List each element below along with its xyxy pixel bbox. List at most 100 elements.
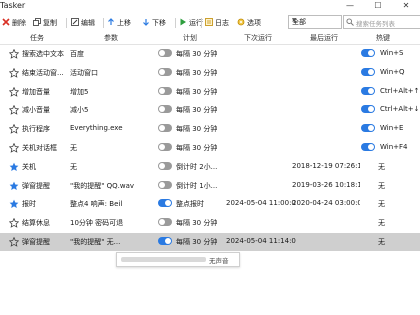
table-row[interactable]: 结束活动窗... 活动窗口 每隔 30 分钟 Win+Q: [0, 64, 420, 82]
task-param: "我的提醒" QQ.wav: [70, 181, 135, 190]
move-up-label: 上移: [117, 19, 131, 27]
table-row[interactable]: 增加音量 增加5 每隔 30 分钟 Ctrl+Alt+↑: [0, 83, 420, 101]
star-outline-icon[interactable]: [9, 67, 19, 78]
task-name: 执行程序: [22, 125, 50, 134]
table-row[interactable]: 弹窗提醒 "我的提醒" QQ.wav 倒计时 1小... 2019-03-26 10:…: [0, 177, 420, 195]
table-row[interactable]: 减小音量 减小5 每隔 30 分钟 Ctrl+Alt+↓: [0, 101, 420, 119]
schedule-toggle[interactable]: [158, 86, 172, 95]
toolbar-separator: [66, 18, 67, 28]
log-button[interactable]: 日志: [205, 17, 229, 29]
task-name: 增加音量: [22, 87, 50, 96]
task-name: 报时: [22, 200, 36, 209]
close-button[interactable]: ✕: [392, 0, 420, 12]
column-header-last-run[interactable]: 最后运行: [310, 33, 338, 43]
schedule-toggle[interactable]: [158, 180, 172, 189]
task-hotkey: Ctrl+Alt+↑: [380, 86, 420, 95]
search-placeholder: 搜索任务列表: [356, 20, 395, 28]
copy-icon: [33, 18, 41, 26]
task-hotkey: 无: [378, 200, 385, 209]
task-name: 关机: [22, 162, 36, 171]
move-up-button[interactable]: 上移: [107, 17, 131, 29]
schedule-toggle[interactable]: [158, 124, 172, 133]
search-input[interactable]: 搜索任务列表: [343, 15, 420, 29]
move-down-button[interactable]: 下移: [142, 17, 166, 29]
column-header-hotkey[interactable]: 热键: [376, 33, 390, 43]
task-hotkey: Ctrl+Alt+↓: [380, 105, 420, 114]
schedule-toggle[interactable]: [158, 237, 172, 245]
task-plan: 每隔 30 分钟: [176, 87, 218, 96]
task-name: 关机对话框: [22, 144, 57, 152]
schedule-toggle[interactable]: [158, 143, 172, 151]
filter-select[interactable]: 全部 ▼: [288, 15, 342, 29]
column-header-task[interactable]: 任务: [30, 33, 44, 43]
table-row[interactable]: 关机 无 倒计时 2小... 2018-12-19 07:26:18 无: [0, 158, 420, 176]
star-filled-icon[interactable]: [9, 162, 19, 172]
task-name: 结束活动窗...: [22, 68, 64, 77]
column-header-next-run[interactable]: 下次运行: [244, 33, 272, 43]
maximize-button[interactable]: ☐: [364, 0, 392, 12]
task-hotkey: Win+S: [380, 49, 404, 57]
star-filled-icon[interactable]: [9, 181, 19, 191]
schedule-toggle[interactable]: [158, 161, 172, 170]
schedule-toggle[interactable]: [158, 218, 172, 227]
column-header-plan[interactable]: 计划: [183, 33, 197, 43]
copy-button[interactable]: 复制: [33, 17, 57, 29]
schedule-toggle[interactable]: [158, 105, 172, 114]
arrow-down-icon: [143, 19, 149, 26]
delete-x-icon: [2, 18, 10, 26]
star-outline-icon[interactable]: [9, 86, 19, 97]
param-tooltip: 无声音: [116, 252, 240, 267]
star-filled-icon[interactable]: [9, 199, 19, 209]
task-plan: 每隔 30 分钟: [176, 238, 218, 246]
task-plan: 每隔 30 分钟: [176, 68, 218, 77]
hotkey-toggle[interactable]: [361, 86, 375, 95]
star-outline-icon[interactable]: [9, 218, 19, 228]
table-row[interactable]: 弹窗提醒 "我的提醒" 无... 每隔 30 分钟 2024-05-04 11:14:…: [0, 233, 420, 251]
star-outline-icon[interactable]: [9, 143, 19, 153]
task-param: 百度: [70, 50, 84, 58]
edit-label: 编辑: [81, 19, 95, 27]
table-row[interactable]: 执行程序 Everything.exe 每隔 30 分钟 Win+E: [0, 120, 420, 138]
play-icon: [180, 18, 186, 26]
run-button[interactable]: 运行: [179, 17, 203, 29]
task-name: 减小音量: [22, 106, 50, 115]
schedule-toggle[interactable]: [158, 49, 172, 57]
task-last-run: 2020-04-24 03:00:00: [292, 199, 360, 208]
star-outline-icon[interactable]: [9, 237, 19, 247]
hotkey-toggle[interactable]: [361, 143, 375, 151]
delete-button[interactable]: 删除: [2, 17, 26, 29]
task-plan: 每隔 30 分钟: [176, 219, 218, 228]
hotkey-toggle[interactable]: [361, 67, 375, 76]
hotkey-toggle[interactable]: [361, 124, 375, 133]
toolbar-separator: [201, 18, 202, 28]
task-param: 10分钟 密码可退: [70, 219, 124, 228]
tooltip-text: 无声音: [209, 257, 229, 265]
task-plan: 每隔 30 分钟: [176, 50, 218, 58]
edit-icon: [71, 18, 79, 26]
edit-button[interactable]: 编辑: [71, 17, 95, 29]
table-row[interactable]: 关机对话框 无 每隔 30 分钟 Win+F4: [0, 139, 420, 157]
minimize-button[interactable]: —: [336, 0, 364, 12]
task-plan: 倒计时 1小...: [176, 181, 218, 190]
hotkey-toggle[interactable]: [361, 49, 375, 57]
task-hotkey: 无: [378, 238, 385, 246]
star-outline-icon[interactable]: [9, 105, 19, 116]
table-row[interactable]: 报时 整点4 响声: Beil 整点报时 2024-05-04 11:00:00 202…: [0, 195, 420, 213]
move-down-label: 下移: [152, 19, 166, 27]
table-row[interactable]: 搜索选中文本 百度 每隔 30 分钟 Win+S: [0, 45, 420, 63]
column-header-params[interactable]: 参数: [104, 33, 118, 43]
arrow-up-icon: [108, 18, 114, 25]
table-row[interactable]: 结算休息 10分钟 密码可退 每隔 30 分钟 无: [0, 214, 420, 232]
task-param: 无: [70, 162, 77, 171]
search-icon: [346, 18, 354, 26]
star-outline-icon[interactable]: [9, 124, 19, 134]
hotkey-toggle[interactable]: [361, 105, 375, 114]
schedule-toggle[interactable]: [158, 199, 172, 208]
schedule-toggle[interactable]: [158, 67, 172, 76]
tooltip-redacted-text: [121, 257, 206, 262]
task-hotkey: 无: [378, 219, 385, 228]
options-button[interactable]: 选项: [237, 17, 261, 29]
task-param: 减小5: [70, 106, 89, 115]
task-param: 增加5: [70, 87, 89, 96]
star-outline-icon[interactable]: [9, 49, 19, 59]
